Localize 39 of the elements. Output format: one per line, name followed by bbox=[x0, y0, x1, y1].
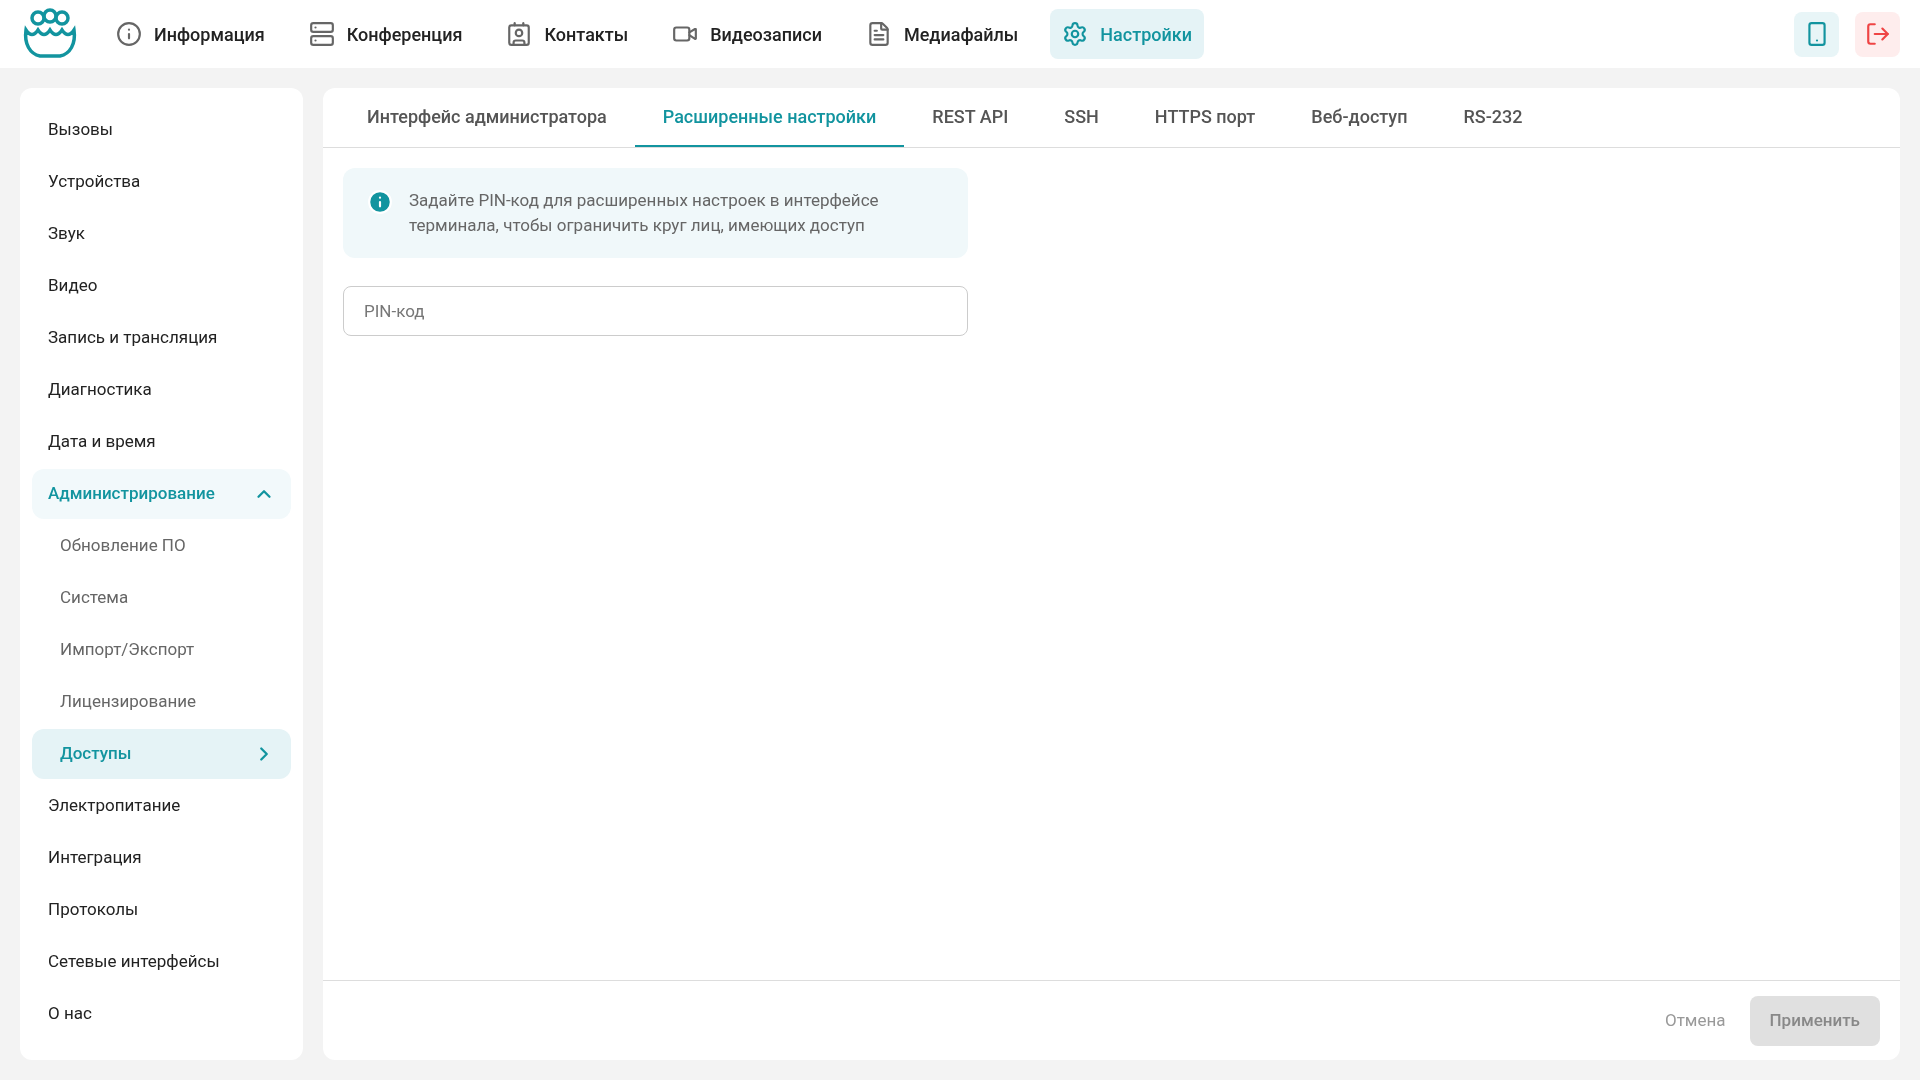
sidebar-item[interactable]: Устройства bbox=[32, 157, 291, 207]
settings-tab[interactable]: RS-232 bbox=[1435, 87, 1551, 147]
settings-tab[interactable]: SSH bbox=[1036, 87, 1127, 147]
settings-tab[interactable]: Расширенные настройки bbox=[634, 87, 905, 147]
sidebar-item[interactable]: Сетевые интерфейсы bbox=[32, 937, 291, 987]
settings-tab[interactable]: REST API bbox=[904, 87, 1037, 147]
sidebar-item[interactable]: Протоколы bbox=[32, 885, 291, 935]
sidebar-item[interactable]: Запись и трансляция bbox=[32, 313, 291, 363]
server-icon bbox=[308, 21, 335, 47]
remote-control-button[interactable] bbox=[1794, 11, 1839, 57]
sidebar-item[interactable]: Дата и время bbox=[32, 417, 291, 467]
info-icon bbox=[367, 189, 393, 215]
sidebar-item[interactable]: Система bbox=[32, 573, 291, 623]
document-icon bbox=[866, 21, 892, 47]
sidebar-item[interactable]: Обновление ПО bbox=[32, 521, 291, 571]
sidebar-item[interactable]: Интеграция bbox=[32, 833, 291, 883]
sidebar-item[interactable]: Вызовы bbox=[32, 105, 291, 155]
info-text: Задайте PIN-код для расширенных настроек в интерфейсе терминала, чтобы ограничить круг лиц, имеющих доступ bbox=[409, 189, 880, 237]
sidebar-item[interactable]: Электропитание bbox=[32, 781, 291, 831]
sidebar-item[interactable]: Импорт/Экспорт bbox=[32, 625, 291, 675]
sidebar-item[interactable]: Диагностика bbox=[32, 365, 291, 415]
logout-button[interactable] bbox=[1855, 11, 1900, 57]
settings-tab[interactable]: HTTPS порт bbox=[1126, 87, 1284, 147]
nav-tab[interactable]: Конференция bbox=[296, 9, 475, 59]
sidebar-item[interactable]: О нас bbox=[32, 989, 291, 1039]
settings-tab[interactable]: Интерфейс администратора bbox=[339, 87, 635, 147]
nav-tab[interactable]: Видеозаписи bbox=[660, 9, 834, 59]
sidebar-item[interactable]: Видео bbox=[32, 261, 291, 311]
nav-tab[interactable]: Медиафайлы bbox=[854, 9, 1031, 59]
nav-tab[interactable]: Информация bbox=[104, 9, 277, 59]
settings-icon bbox=[1062, 21, 1089, 47]
logout-icon bbox=[1864, 21, 1891, 47]
nav-tab[interactable]: Контакты bbox=[494, 9, 641, 59]
sidebar-item[interactable]: Звук bbox=[32, 209, 291, 259]
settings-tab[interactable]: Веб-доступ bbox=[1283, 87, 1436, 147]
info-icon bbox=[116, 21, 142, 47]
sidebar-item[interactable]: Лицензирование bbox=[32, 677, 291, 727]
pin-input-field[interactable]: PIN-код bbox=[343, 286, 968, 336]
contact-card-icon bbox=[506, 21, 533, 47]
